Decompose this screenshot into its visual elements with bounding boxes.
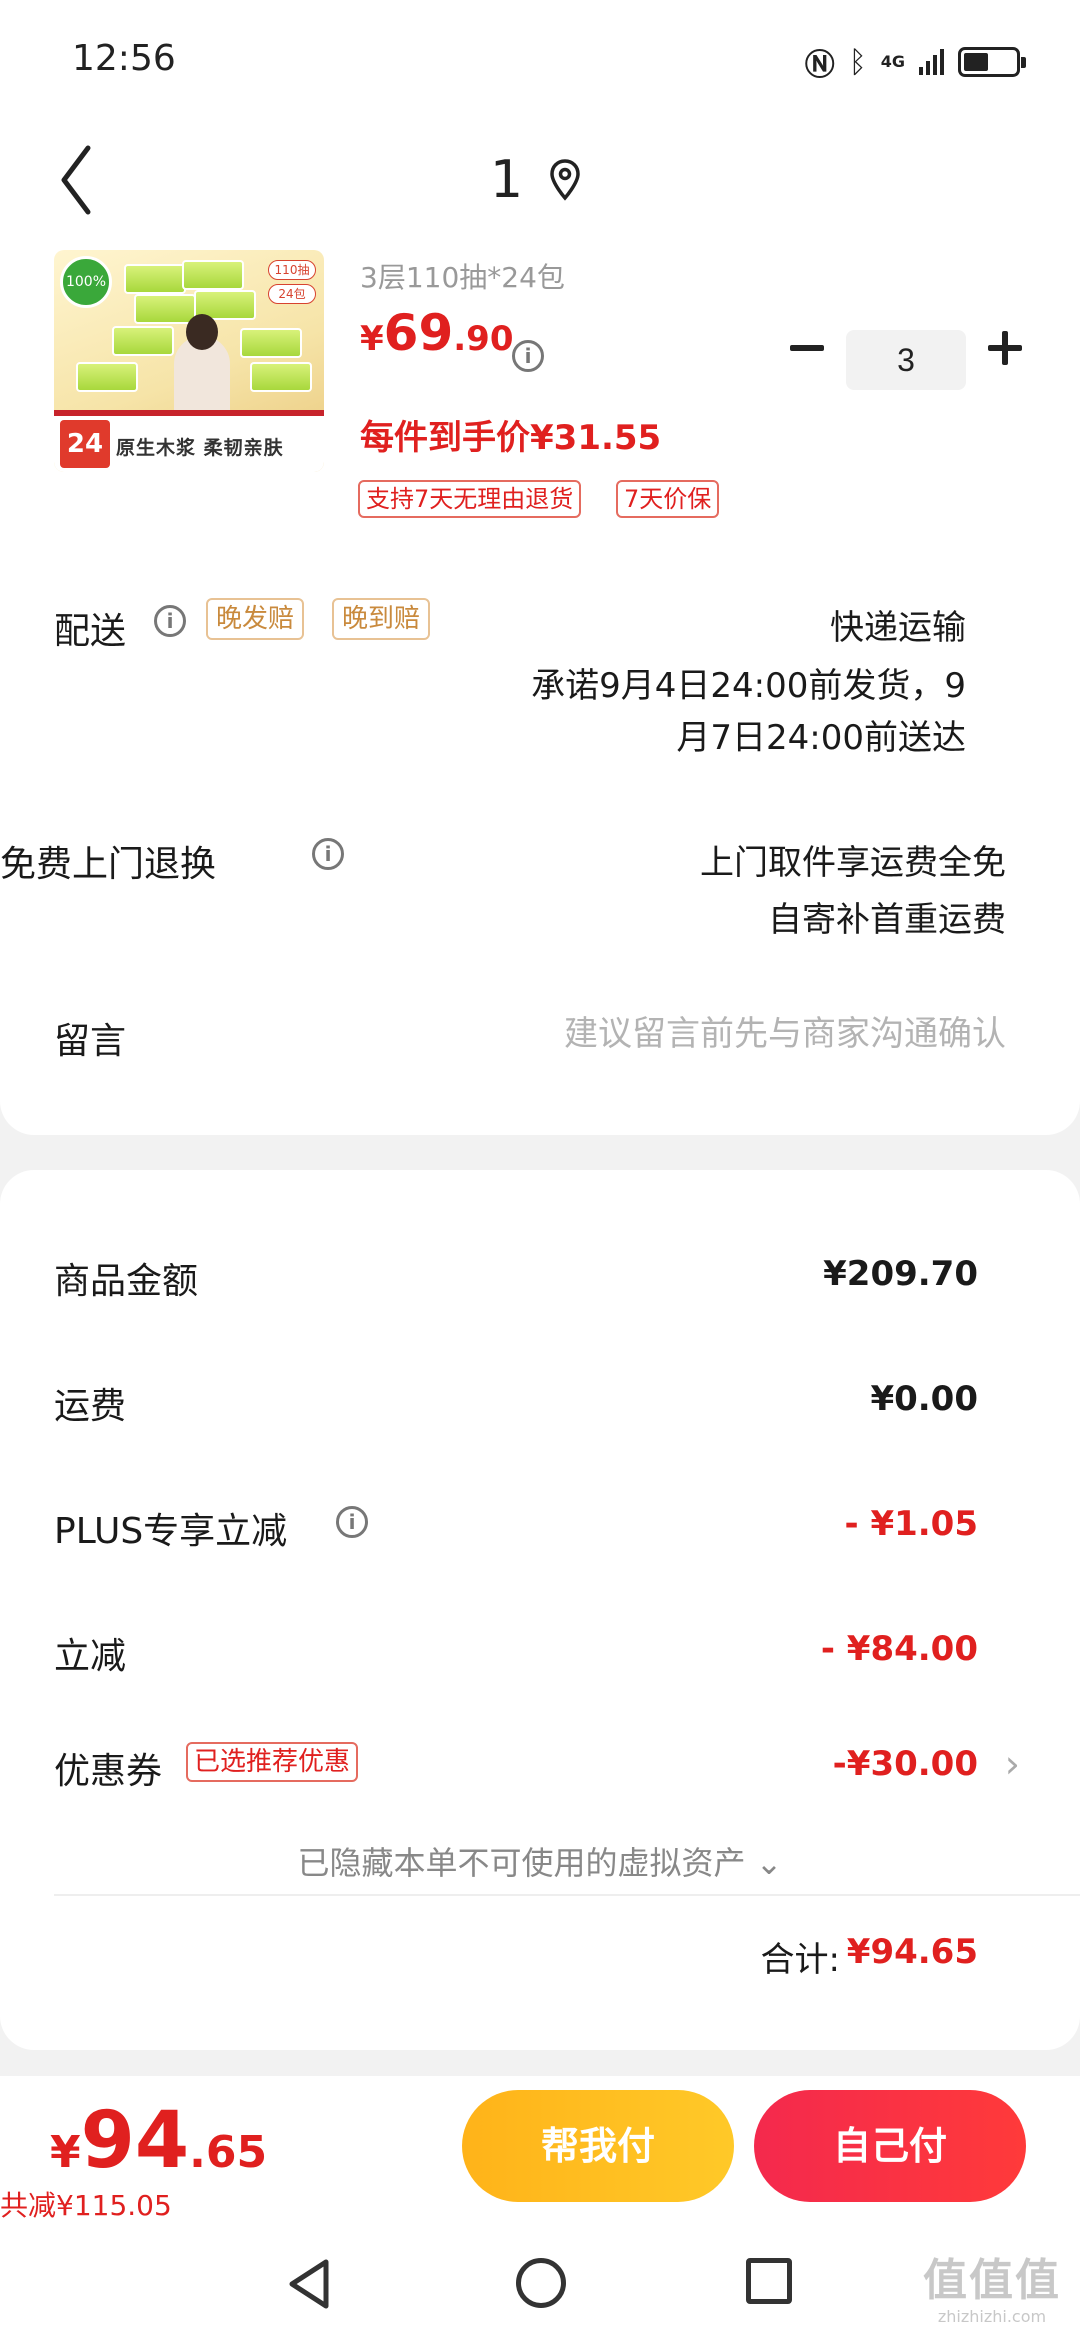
help-me-pay-button[interactable]: 帮我付 — [462, 2090, 734, 2202]
goods-amount-label: 商品金额 — [54, 1261, 199, 1302]
total-label: 合计: — [760, 1940, 840, 1980]
product-image-tag: 110抽 — [268, 260, 316, 280]
plus-discount-label: PLUS专享立减 — [54, 1511, 288, 1552]
freight-value: ¥0.00 — [870, 1379, 978, 1419]
free-exchange-label: 免费上门退换 — [0, 844, 217, 885]
return-policy-tag: 支持7天无理由退货 — [358, 480, 582, 518]
nav-back-icon[interactable] — [286, 2258, 332, 2310]
freight-label: 运费 — [54, 1386, 127, 1427]
price-summary-card: 商品金额 ¥209.70 运费 ¥0.00 PLUS专享立减 i - ¥1.05… — [0, 1170, 1080, 2050]
late-ship-compensation-tag: 晚发赔 — [206, 598, 305, 640]
info-icon[interactable]: i — [154, 605, 186, 637]
info-icon[interactable]: i — [312, 838, 344, 870]
delivery-method[interactable]: 快递运输 — [830, 600, 966, 649]
status-icons: Ⓝ ᛒ 4G — [804, 40, 1026, 84]
signal-icon — [919, 49, 944, 75]
nav-recent-apps-icon[interactable] — [746, 2258, 792, 2304]
hidden-assets-toggle[interactable]: 已隐藏本单不可使用的虚拟资产 ⌄ — [0, 1838, 1080, 1884]
plus-discount-value: - ¥1.05 — [844, 1504, 979, 1544]
info-icon[interactable]: i — [336, 1506, 368, 1538]
product-image-tag: 24包 — [268, 284, 316, 304]
delivery-promise: 月7日24:00前送达 — [676, 718, 966, 758]
coupon-value[interactable]: -¥30.00 — [833, 1744, 978, 1784]
page-title: 1 — [490, 150, 524, 210]
watermark: 值值值 zhizhizhi.com — [922, 2256, 1062, 2334]
network-type: 4G — [880, 52, 905, 71]
product-image-badge: 100% — [60, 256, 112, 308]
nav-home-icon[interactable] — [516, 2258, 566, 2308]
divider — [54, 1894, 1080, 1896]
message-label: 留言 — [54, 1021, 127, 1062]
info-icon[interactable]: i — [512, 340, 544, 372]
goods-amount-value: ¥209.70 — [823, 1254, 978, 1294]
bluetooth-icon: ᛒ — [848, 44, 867, 80]
late-arrival-compensation-tag: 晚到赔 — [332, 598, 431, 640]
message-input[interactable] — [446, 1006, 1006, 1062]
quantity-decrease-button[interactable] — [786, 326, 830, 370]
status-time: 12:56 — [72, 38, 176, 79]
total-saved: 共减¥115.05 — [0, 2189, 172, 2222]
delivery-promise: 承诺9月4日24:00前发货，9 — [531, 666, 966, 706]
product-image-count: 24 — [60, 420, 110, 468]
chevron-right-icon[interactable]: › — [1005, 1742, 1020, 1786]
unit-price: 每件到手价¥31.55 — [360, 418, 662, 458]
battery-icon — [958, 47, 1026, 77]
total-value: ¥94.65 — [846, 1932, 978, 1972]
pay-total-price: ¥94.65 — [50, 2096, 268, 2186]
order-card: 100% 110抽 24包 24 原生木浆 柔韧亲肤 3层110抽*24包 ¥6… — [0, 240, 1080, 1135]
product-price: ¥69.90 — [360, 304, 514, 362]
product-image-caption: 原生木浆 柔韧亲肤 — [116, 437, 284, 459]
delivery-label: 配送 — [54, 611, 127, 652]
nfc-icon: Ⓝ — [804, 48, 835, 83]
coupon-recommended-tag: 已选推荐优惠 — [186, 1742, 359, 1782]
location-pin-icon[interactable] — [548, 158, 582, 202]
instant-discount-label: 立减 — [54, 1636, 127, 1677]
exchange-detail: 上门取件享运费全免 — [700, 843, 1006, 883]
instant-discount-value: - ¥84.00 — [820, 1629, 978, 1669]
product-image[interactable]: 100% 110抽 24包 24 原生木浆 柔韧亲肤 — [54, 250, 324, 472]
status-bar: 12:56 Ⓝ ᛒ 4G — [0, 0, 1080, 120]
watermark-url: zhizhizhi.com — [937, 2307, 1047, 2326]
pay-myself-button[interactable]: 自己付 — [754, 2090, 1026, 2202]
exchange-detail: 自寄补首重运费 — [768, 900, 1006, 940]
quantity-input[interactable] — [846, 330, 966, 390]
back-button[interactable] — [48, 140, 128, 220]
header: 1 — [0, 120, 1080, 240]
coupon-label: 优惠券 — [54, 1751, 163, 1792]
quantity-increase-button[interactable] — [984, 326, 1028, 370]
price-protect-tag: 7天价保 — [616, 480, 720, 518]
chevron-left-icon — [61, 145, 91, 215]
product-spec: 3层110抽*24包 — [360, 261, 565, 294]
watermark-logo: 值值值 — [923, 2255, 1061, 2306]
